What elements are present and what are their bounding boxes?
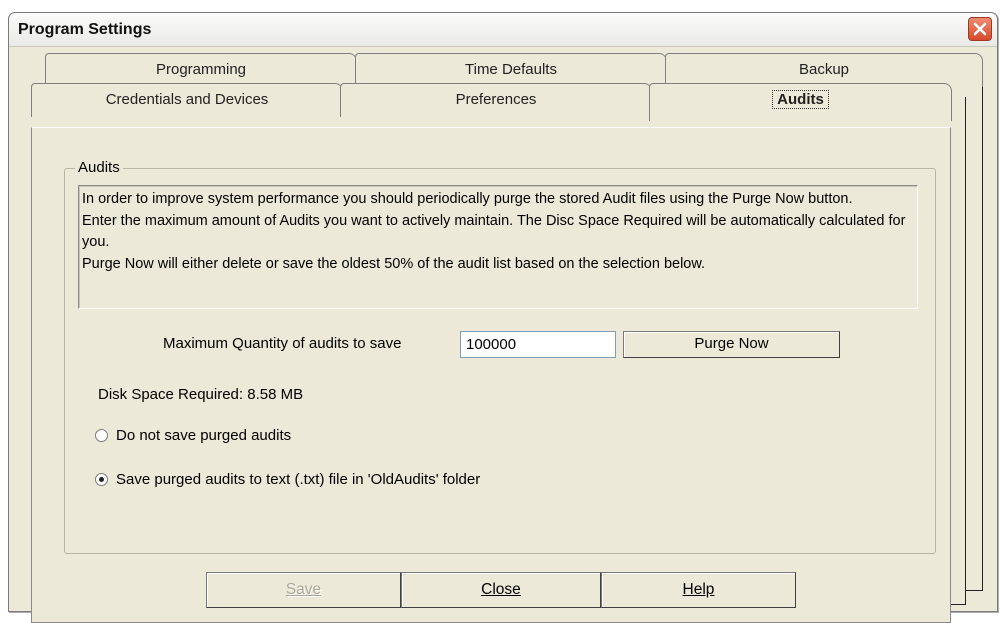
tab-audits[interactable]: Audits bbox=[649, 83, 952, 121]
tab-label: Time Defaults bbox=[465, 61, 557, 78]
audits-info-text: In order to improve system performance y… bbox=[78, 185, 918, 309]
tab-credentials-and-devices[interactable]: Credentials and Devices bbox=[31, 83, 343, 117]
radio-label: Save purged audits to text (.txt) file i… bbox=[116, 471, 481, 488]
tab-label: Preferences bbox=[455, 91, 537, 108]
max-quantity-input[interactable] bbox=[460, 331, 616, 358]
audits-tab-panel: Audits In order to improve system perfor… bbox=[31, 127, 951, 623]
radio-button[interactable] bbox=[95, 473, 108, 486]
tab-label: Audits bbox=[772, 90, 829, 109]
radio-button[interactable] bbox=[95, 429, 108, 442]
close-window-button[interactable] bbox=[968, 17, 992, 41]
max-quantity-label: Maximum Quantity of audits to save bbox=[163, 335, 402, 352]
groupbox-title: Audits bbox=[75, 159, 123, 176]
disk-space-required: Disk Space Required: 8.58 MB bbox=[98, 386, 304, 403]
program-settings-window: Program Settings Programming Time Defaul… bbox=[8, 12, 998, 623]
tab-time-defaults[interactable]: Time Defaults bbox=[355, 53, 667, 87]
tab-backup[interactable]: Backup bbox=[665, 53, 983, 87]
radio-save-to-text[interactable]: Save purged audits to text (.txt) file i… bbox=[95, 471, 480, 488]
close-button[interactable]: Close bbox=[401, 572, 601, 608]
window-title: Program Settings bbox=[18, 21, 152, 38]
audits-groupbox: Audits In order to improve system perfor… bbox=[64, 159, 936, 554]
close-icon bbox=[973, 22, 987, 36]
save-button-label: Save bbox=[285, 581, 322, 598]
tab-label: Credentials and Devices bbox=[105, 91, 269, 108]
help-button-label: Help bbox=[682, 581, 715, 598]
tab-preferences[interactable]: Preferences bbox=[340, 83, 652, 117]
radio-do-not-save[interactable]: Do not save purged audits bbox=[95, 427, 291, 444]
close-button-label: Close bbox=[481, 581, 521, 598]
purge-now-button[interactable]: Purge Now bbox=[623, 331, 840, 358]
title-bar[interactable]: Program Settings bbox=[9, 13, 997, 47]
tab-label: Programming bbox=[155, 61, 247, 78]
radio-label: Do not save purged audits bbox=[116, 427, 292, 444]
save-button[interactable]: Save bbox=[206, 572, 401, 608]
tab-programming[interactable]: Programming bbox=[45, 53, 357, 87]
help-button[interactable]: Help bbox=[601, 572, 796, 608]
tab-label: Backup bbox=[798, 61, 850, 78]
